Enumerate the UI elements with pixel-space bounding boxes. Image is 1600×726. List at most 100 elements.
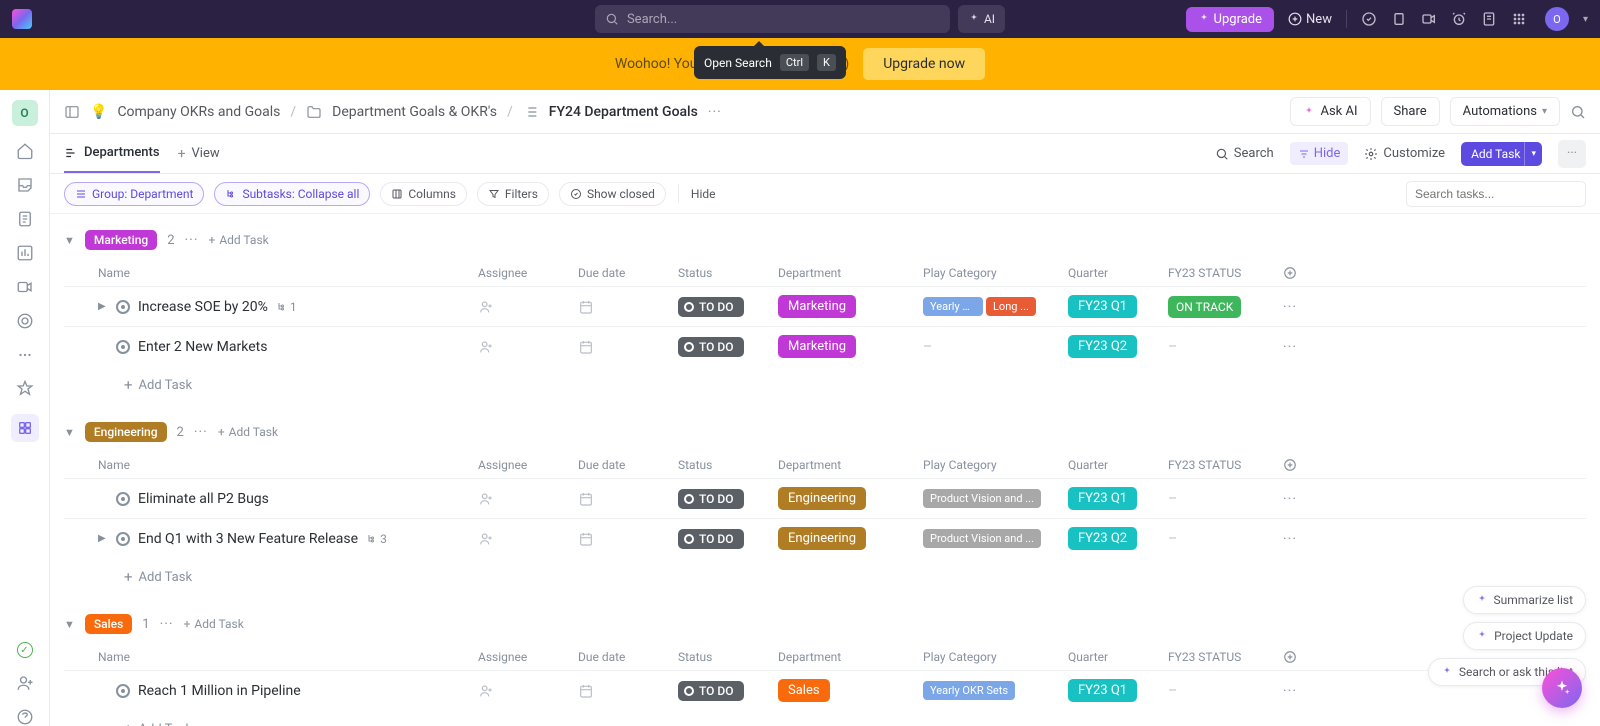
col-quarter[interactable]: Quarter (1068, 650, 1158, 664)
task-status-circle[interactable] (116, 684, 130, 698)
alarm-icon[interactable] (1451, 11, 1467, 27)
col-status[interactable]: Status (678, 266, 768, 280)
add-task-dropdown[interactable]: ▾ (1524, 142, 1542, 166)
col-play[interactable]: Play Category (923, 266, 1058, 280)
task-status-circle[interactable] (116, 300, 130, 314)
status-pill[interactable]: TO DO (678, 489, 744, 509)
group-more-icon[interactable]: ··· (185, 232, 199, 248)
group-label[interactable]: Marketing (85, 230, 157, 250)
task-title[interactable]: Eliminate all P2 Bugs (138, 491, 269, 507)
department-pill[interactable]: Marketing (778, 335, 856, 358)
view-more-button[interactable]: ··· (1558, 140, 1586, 168)
task-status-circle[interactable] (116, 532, 130, 546)
crumb-more-icon[interactable]: ··· (708, 104, 722, 120)
add-task-button[interactable]: Add Task (1461, 142, 1530, 166)
col-status[interactable]: Status (678, 650, 768, 664)
quarter-pill[interactable]: FY23 Q1 (1068, 679, 1137, 702)
chevron-down-icon[interactable]: ▾ (1583, 14, 1588, 25)
task-row[interactable]: ▶End Q1 with 3 New Feature Release3TO DO… (64, 518, 1586, 558)
hide-filters-text[interactable]: Hide (691, 187, 716, 201)
department-pill[interactable]: Engineering (778, 527, 866, 550)
department-pill[interactable]: Sales (778, 679, 830, 702)
col-fy23[interactable]: FY23 STATUS (1168, 650, 1273, 664)
checkmark-circle-icon[interactable] (1361, 11, 1377, 27)
assignee-icon[interactable] (478, 339, 494, 355)
add-column-button[interactable] (1283, 458, 1323, 472)
col-name[interactable]: Name (98, 266, 468, 280)
col-quarter[interactable]: Quarter (1068, 266, 1158, 280)
assignee-icon[interactable] (478, 299, 494, 315)
group-add-task[interactable]: +Add Task (184, 617, 244, 631)
calendar-icon[interactable] (578, 299, 594, 315)
task-row[interactable]: Eliminate all P2 Bugs TO DO Engineering Pro… (64, 478, 1586, 518)
row-more-icon[interactable]: ··· (1283, 683, 1297, 699)
expand-icon[interactable]: ▶ (98, 533, 108, 544)
ai-fab[interactable] (1542, 668, 1582, 708)
quarter-pill[interactable]: FY23 Q1 (1068, 487, 1137, 510)
row-more-icon[interactable]: ··· (1283, 491, 1297, 507)
goals-icon[interactable] (16, 312, 34, 330)
assignee-icon[interactable] (478, 491, 494, 507)
group-filter[interactable]: Group: Department (64, 182, 204, 206)
play-category-pill[interactable]: Product Vision and ... (923, 529, 1041, 548)
home-icon[interactable] (16, 142, 34, 160)
search-icon[interactable] (1570, 104, 1586, 120)
task-title[interactable]: End Q1 with 3 New Feature Release (138, 531, 358, 547)
star-icon[interactable] (16, 380, 34, 398)
invite-icon[interactable] (16, 674, 34, 692)
group-more-icon[interactable]: ··· (194, 424, 208, 440)
more-icon[interactable] (16, 346, 34, 364)
sync-check-icon[interactable]: ✓ (17, 642, 33, 658)
spaces-icon[interactable] (11, 414, 39, 442)
grid-apps-icon[interactable] (1511, 11, 1527, 27)
clipboard-icon[interactable] (1391, 11, 1407, 27)
user-avatar[interactable]: O (1545, 7, 1569, 31)
new-button[interactable]: New (1288, 12, 1332, 27)
collapse-icon[interactable]: ▼ (64, 618, 75, 631)
project-update-button[interactable]: Project Update (1463, 622, 1586, 650)
status-pill[interactable]: TO DO (678, 337, 744, 357)
note-icon[interactable] (1481, 11, 1497, 27)
quarter-pill[interactable]: FY23 Q2 (1068, 527, 1137, 550)
task-row[interactable]: Enter 2 New MarketsTO DOMarketing–FY23 Q… (64, 326, 1586, 366)
view-tab-departments[interactable]: Departments (64, 134, 160, 173)
row-more-icon[interactable]: ··· (1283, 299, 1297, 315)
calendar-icon[interactable] (578, 339, 594, 355)
help-icon[interactable] (16, 708, 34, 726)
group-label[interactable]: Sales (85, 614, 132, 634)
group-label[interactable]: Engineering (85, 422, 167, 442)
play-category-pill[interactable]: Product Vision and ... (923, 489, 1041, 508)
col-assignee[interactable]: Assignee (478, 458, 568, 472)
task-title[interactable]: Increase SOE by 20% (138, 299, 268, 315)
assignee-icon[interactable] (478, 531, 494, 547)
col-status[interactable]: Status (678, 458, 768, 472)
dashboards-icon[interactable] (16, 244, 34, 262)
col-due[interactable]: Due date (578, 458, 668, 472)
col-department[interactable]: Department (778, 650, 913, 664)
play-category-pill[interactable]: Yearly OKR Sets (923, 681, 1015, 700)
col-name[interactable]: Name (98, 458, 468, 472)
share-button[interactable]: Share (1381, 97, 1440, 126)
collapse-icon[interactable]: ▼ (64, 234, 75, 247)
expand-icon[interactable]: ▶ (98, 301, 108, 312)
ask-ai-button[interactable]: Ask AI (1290, 97, 1370, 126)
task-row[interactable]: ▶Increase SOE by 20%1TO DOMarketingYearl… (64, 286, 1586, 326)
search-tasks-input[interactable] (1406, 181, 1586, 207)
status-pill[interactable]: TO DO (678, 681, 744, 701)
plus-circle-icon[interactable] (1283, 650, 1297, 664)
add-task-row[interactable]: +Add Task (64, 710, 1586, 726)
automations-button[interactable]: Automations ▾ (1450, 97, 1560, 126)
crumb-folder[interactable]: Department Goals & OKR's (332, 104, 497, 120)
task-status-circle[interactable] (116, 492, 130, 506)
play-category-pill[interactable]: Long ... (986, 297, 1036, 316)
crumb-list[interactable]: FY24 Department Goals (549, 104, 698, 120)
quarter-pill[interactable]: FY23 Q1 (1068, 295, 1137, 318)
quarter-pill[interactable]: FY23 Q2 (1068, 335, 1137, 358)
play-category-pill[interactable]: Yearly OK... (923, 297, 983, 316)
task-status-circle[interactable] (116, 340, 130, 354)
department-pill[interactable]: Engineering (778, 487, 866, 510)
col-due[interactable]: Due date (578, 650, 668, 664)
subtasks-filter[interactable]: Subtasks: Collapse all (214, 182, 370, 206)
docs-icon[interactable] (16, 210, 34, 228)
show-closed-button[interactable]: Show closed (559, 182, 666, 206)
